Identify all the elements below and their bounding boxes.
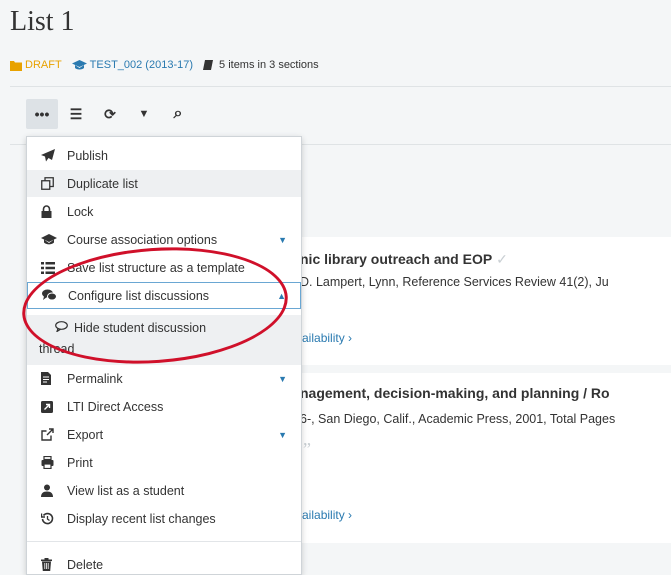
export-icon bbox=[41, 428, 61, 441]
graduation-cap-icon bbox=[41, 233, 61, 246]
graduation-cap-icon bbox=[71, 59, 87, 69]
comment-icon bbox=[55, 321, 68, 335]
history-icon bbox=[41, 512, 61, 525]
lti-icon bbox=[41, 400, 61, 413]
menu-divider bbox=[27, 541, 301, 542]
menu-item-delete[interactable]: Delete bbox=[27, 551, 301, 574]
list-toolbar: ••• ☰ ⟳ ▼ ⌕ bbox=[26, 99, 194, 129]
check-icon: ✓ bbox=[496, 251, 508, 267]
book-icon bbox=[203, 60, 214, 70]
list-icon bbox=[41, 261, 61, 274]
menu-item-save-template[interactable]: Save list structure as a template bbox=[27, 254, 301, 281]
menu-item-duplicate-list[interactable]: Duplicate list bbox=[27, 170, 301, 197]
print-icon bbox=[41, 456, 61, 469]
chevron-down-icon: ▼ bbox=[278, 234, 287, 245]
more-options-menu: Publish Duplicate list Lock Course assoc… bbox=[26, 136, 302, 575]
refresh-button[interactable]: ⟳ bbox=[94, 99, 126, 129]
menu-item-configure-discussions[interactable]: Configure list discussions ▲ bbox=[27, 282, 301, 309]
menu-item-recent-changes[interactable]: Display recent list changes bbox=[27, 505, 301, 532]
list-view-button[interactable]: ☰ bbox=[60, 99, 92, 129]
search-button[interactable]: ⌕ bbox=[162, 99, 194, 129]
item-citation: D. Lampert, Lynn, Reference Services Rev… bbox=[300, 275, 609, 289]
menu-item-export[interactable]: Export ▼ bbox=[27, 421, 301, 448]
permalink-icon bbox=[41, 372, 61, 385]
menu-item-lock[interactable]: Lock bbox=[27, 198, 301, 225]
items-summary: 5 items in 3 sections bbox=[203, 59, 319, 71]
refresh-icon: ⟳ bbox=[104, 105, 116, 122]
lock-icon bbox=[41, 205, 61, 218]
comments-icon bbox=[42, 289, 62, 302]
more-options-button[interactable]: ••• bbox=[26, 99, 58, 129]
paper-plane-icon bbox=[41, 149, 61, 162]
folder-icon bbox=[10, 60, 22, 71]
list-meta: DRAFT TEST_002 (2013-17) 5 items in 3 se… bbox=[10, 59, 319, 71]
ellipsis-icon: ••• bbox=[34, 106, 50, 122]
chevron-up-icon: ▲ bbox=[277, 290, 286, 301]
filter-icon: ▼ bbox=[138, 108, 150, 120]
search-icon: ⌕ bbox=[173, 105, 183, 122]
item-title[interactable]: nic library outreach and EOP ✓ bbox=[300, 251, 508, 268]
menu-item-permalink[interactable]: Permalink ▼ bbox=[27, 365, 301, 392]
user-icon bbox=[41, 484, 61, 497]
item-citation: 6-, San Diego, Calif., Academic Press, 2… bbox=[300, 412, 616, 426]
discussions-submenu: Hide student discussion thread bbox=[27, 315, 301, 365]
draft-badge: DRAFT bbox=[10, 59, 62, 71]
trash-icon bbox=[41, 558, 61, 571]
course-link[interactable]: TEST_002 (2013-17) bbox=[71, 59, 193, 71]
chevron-down-icon: ▼ bbox=[278, 429, 287, 440]
menu-item-lti-direct-access[interactable]: LTI Direct Access bbox=[27, 393, 301, 420]
page-title: List 1 bbox=[10, 6, 75, 37]
menu-item-hide-discussion[interactable]: Hide student discussion bbox=[55, 321, 206, 335]
filter-button[interactable]: ▼ bbox=[128, 99, 160, 129]
hide-discussion-label-continued: thread bbox=[39, 342, 75, 356]
list-icon: ☰ bbox=[69, 105, 83, 122]
quote-icon: ” bbox=[303, 439, 311, 459]
menu-item-course-association-options[interactable]: Course association options ▼ bbox=[27, 226, 301, 253]
chevron-down-icon: ▼ bbox=[278, 373, 287, 384]
menu-item-print[interactable]: Print bbox=[27, 449, 301, 476]
menu-item-view-as-student[interactable]: View list as a student bbox=[27, 477, 301, 504]
item-title[interactable]: nagement, decision-making, and planning … bbox=[300, 385, 610, 401]
menu-item-publish[interactable]: Publish bbox=[27, 142, 301, 169]
duplicate-icon bbox=[41, 177, 61, 190]
header-divider bbox=[10, 86, 671, 87]
